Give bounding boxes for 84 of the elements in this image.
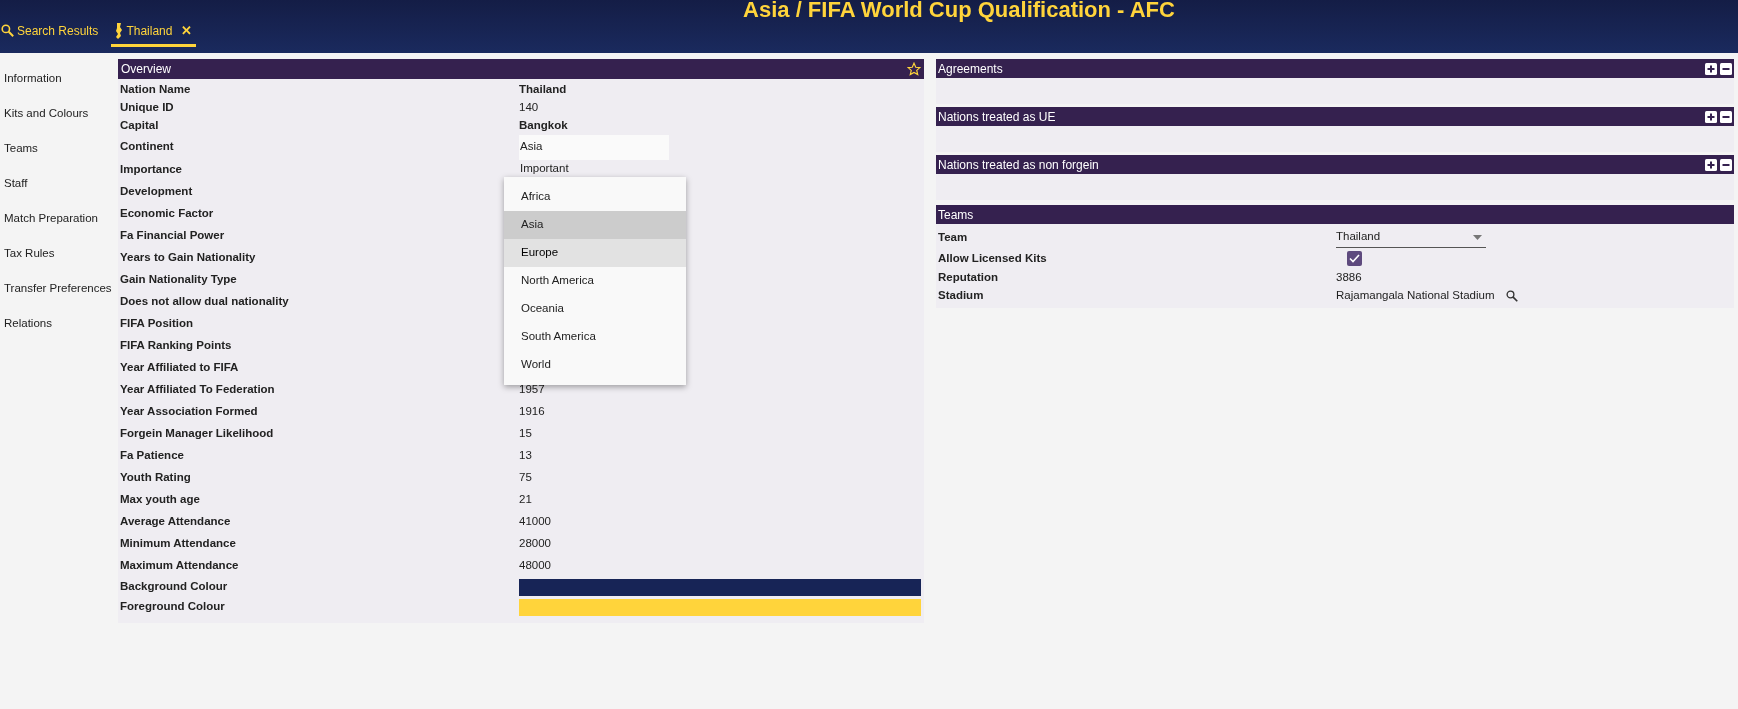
- field-label: Background Colour: [119, 579, 229, 595]
- field-label: Forgein Manager Likelihood: [119, 426, 275, 442]
- field-value: 75: [519, 470, 532, 486]
- remove-icon[interactable]: [1720, 158, 1732, 171]
- panel-title: Agreements: [938, 60, 1003, 78]
- close-icon[interactable]: ✕: [181, 20, 193, 41]
- field-label: Foreground Colour: [119, 599, 226, 615]
- field-label: Minimum Attendance: [119, 536, 237, 552]
- page-title: Asia / FIFA World Cup Qualification - AFC: [743, 0, 1175, 23]
- field-value: 28000: [519, 536, 551, 552]
- field-label: Capital: [119, 118, 160, 134]
- panel-title: Teams: [938, 206, 974, 224]
- field-label: Gain Nationality Type: [119, 272, 238, 288]
- field-label: FIFA Ranking Points: [119, 338, 233, 354]
- add-icon[interactable]: [1705, 110, 1717, 123]
- dropdown-option[interactable]: North America: [504, 267, 686, 295]
- dropdown-field[interactable]: Thailand: [1336, 227, 1486, 248]
- sidebar-item[interactable]: Tax Rules: [0, 243, 115, 278]
- field-label: Year Association Formed: [119, 404, 259, 420]
- field-value: 48000: [519, 558, 551, 574]
- field-label: Year Affiliated to FIFA: [119, 360, 240, 376]
- sidebar-item[interactable]: Staff: [0, 173, 115, 208]
- sidebar-item[interactable]: Relations: [0, 313, 115, 348]
- field-value: 1957: [519, 382, 545, 398]
- field-label: Does not allow dual nationality: [119, 294, 290, 310]
- field-label: Fa Financial Power: [119, 228, 226, 244]
- star-icon[interactable]: [907, 62, 921, 76]
- search-icon: [1, 24, 14, 37]
- search-icon[interactable]: [1505, 290, 1518, 302]
- field-label: Team: [937, 229, 969, 245]
- field-label: Continent: [119, 139, 175, 155]
- field-value: 1916: [519, 404, 545, 420]
- add-icon[interactable]: [1705, 62, 1717, 75]
- field-label: Importance: [119, 162, 183, 178]
- tab[interactable]: Thailand ✕: [111, 17, 197, 47]
- dropdown-field[interactable]: Important: [519, 161, 669, 175]
- panel-title: Nations treated as UE: [938, 108, 1056, 126]
- remove-icon[interactable]: [1720, 110, 1732, 123]
- add-icon[interactable]: [1705, 158, 1717, 171]
- sidebar-item[interactable]: Kits and Colours: [0, 103, 115, 138]
- field-value: 3886: [1336, 270, 1362, 286]
- field-label: Year Affiliated To Federation: [119, 382, 276, 398]
- field-value: 41000: [519, 514, 551, 530]
- field-label: Youth Rating: [119, 470, 192, 486]
- sidebar-item[interactable]: Transfer Preferences: [0, 278, 115, 313]
- field-label: FIFA Position: [119, 316, 195, 332]
- dropdown-option[interactable]: South America: [504, 323, 686, 351]
- field-value: 21: [519, 492, 532, 508]
- dropdown-option[interactable]: Africa: [504, 183, 686, 211]
- field-label: Reputation: [937, 270, 1000, 286]
- checkbox[interactable]: [1347, 251, 1362, 266]
- caret-icon: [1473, 234, 1482, 240]
- map-icon: [115, 22, 124, 39]
- field-label: Max youth age: [119, 492, 201, 508]
- field-label: Unique ID: [119, 100, 175, 116]
- field-label: Allow Licensed Kits: [937, 250, 1048, 266]
- remove-icon[interactable]: [1720, 62, 1732, 75]
- field-value: Bangkok: [519, 118, 568, 134]
- dropdown-option[interactable]: Europe: [504, 239, 686, 267]
- field-value: 140: [519, 100, 539, 116]
- tab[interactable]: Search Results: [0, 17, 100, 47]
- field-label: Average Attendance: [119, 514, 232, 530]
- colour-swatch[interactable]: [519, 598, 921, 616]
- dropdown-option[interactable]: World: [504, 351, 686, 379]
- panel-title: Nations treated as non forgein: [938, 156, 1099, 174]
- field-label: Development: [119, 184, 194, 200]
- field-label: Nation Name: [119, 82, 192, 98]
- field-label: Stadium: [937, 288, 985, 304]
- field-label: Economic Factor: [119, 206, 215, 222]
- input-field[interactable]: Asia: [519, 134, 669, 160]
- field-label: Maximum Attendance: [119, 558, 240, 574]
- dropdown-option[interactable]: Oceania: [504, 295, 686, 323]
- sidebar-item[interactable]: Match Preparation: [0, 208, 115, 243]
- dropdown-option[interactable]: Asia: [504, 211, 686, 239]
- panel-title: Overview: [121, 61, 171, 78]
- colour-swatch[interactable]: [519, 578, 921, 596]
- field-value: Rajamangala National Stadium: [1336, 288, 1495, 304]
- field-label: Fa Patience: [119, 448, 185, 464]
- field-label: Years to Gain Nationality: [119, 250, 257, 266]
- sidebar-item[interactable]: Information: [0, 68, 115, 103]
- field-value: 15: [519, 426, 532, 442]
- field-value: 13: [519, 448, 532, 464]
- field-value: Thailand: [519, 82, 567, 98]
- sidebar-item[interactable]: Teams: [0, 138, 115, 173]
